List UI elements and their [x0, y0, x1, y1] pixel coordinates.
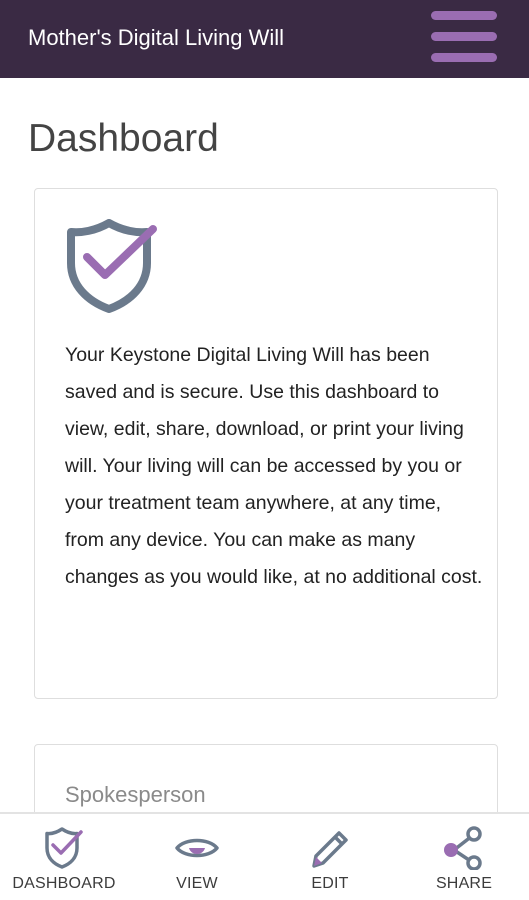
eye-icon [175, 838, 219, 858]
pencil-icon [312, 831, 348, 868]
menu-bar-bottom [431, 53, 497, 62]
welcome-text: Your Keystone Digital Living Will has be… [65, 344, 483, 588]
app-root: Mother's Digital Living Will Dashboard Y… [0, 0, 529, 900]
hamburger-menu-icon[interactable] [428, 8, 500, 66]
bottom-navigation: DASHBOARD VIEW EDIT SHARE [0, 812, 529, 900]
welcome-card: Your Keystone Digital Living Will has be… [34, 188, 498, 699]
top-app-bar: Mother's Digital Living Will [0, 0, 529, 78]
nav-dashboard[interactable]: DASHBOARD [4, 814, 124, 900]
nav-view[interactable]: VIEW [150, 814, 244, 900]
nav-label-share: SHARE [435, 875, 493, 892]
spokesperson-heading: Spokesperson [65, 782, 206, 807]
menu-bar-top [431, 11, 497, 20]
nav-label-view: VIEW [176, 875, 218, 892]
share-icon [444, 826, 482, 870]
nav-share[interactable]: SHARE [418, 814, 510, 900]
nav-label-dashboard: DASHBOARD [12, 875, 116, 892]
page-title: Dashboard [28, 117, 219, 160]
shield-check-icon [45, 827, 83, 869]
app-title: Mother's Digital Living Will [28, 25, 285, 50]
menu-bar-middle [431, 32, 497, 41]
shield-check-icon [67, 219, 159, 313]
nav-label-edit: EDIT [311, 875, 349, 892]
nav-edit[interactable]: EDIT [286, 814, 374, 900]
